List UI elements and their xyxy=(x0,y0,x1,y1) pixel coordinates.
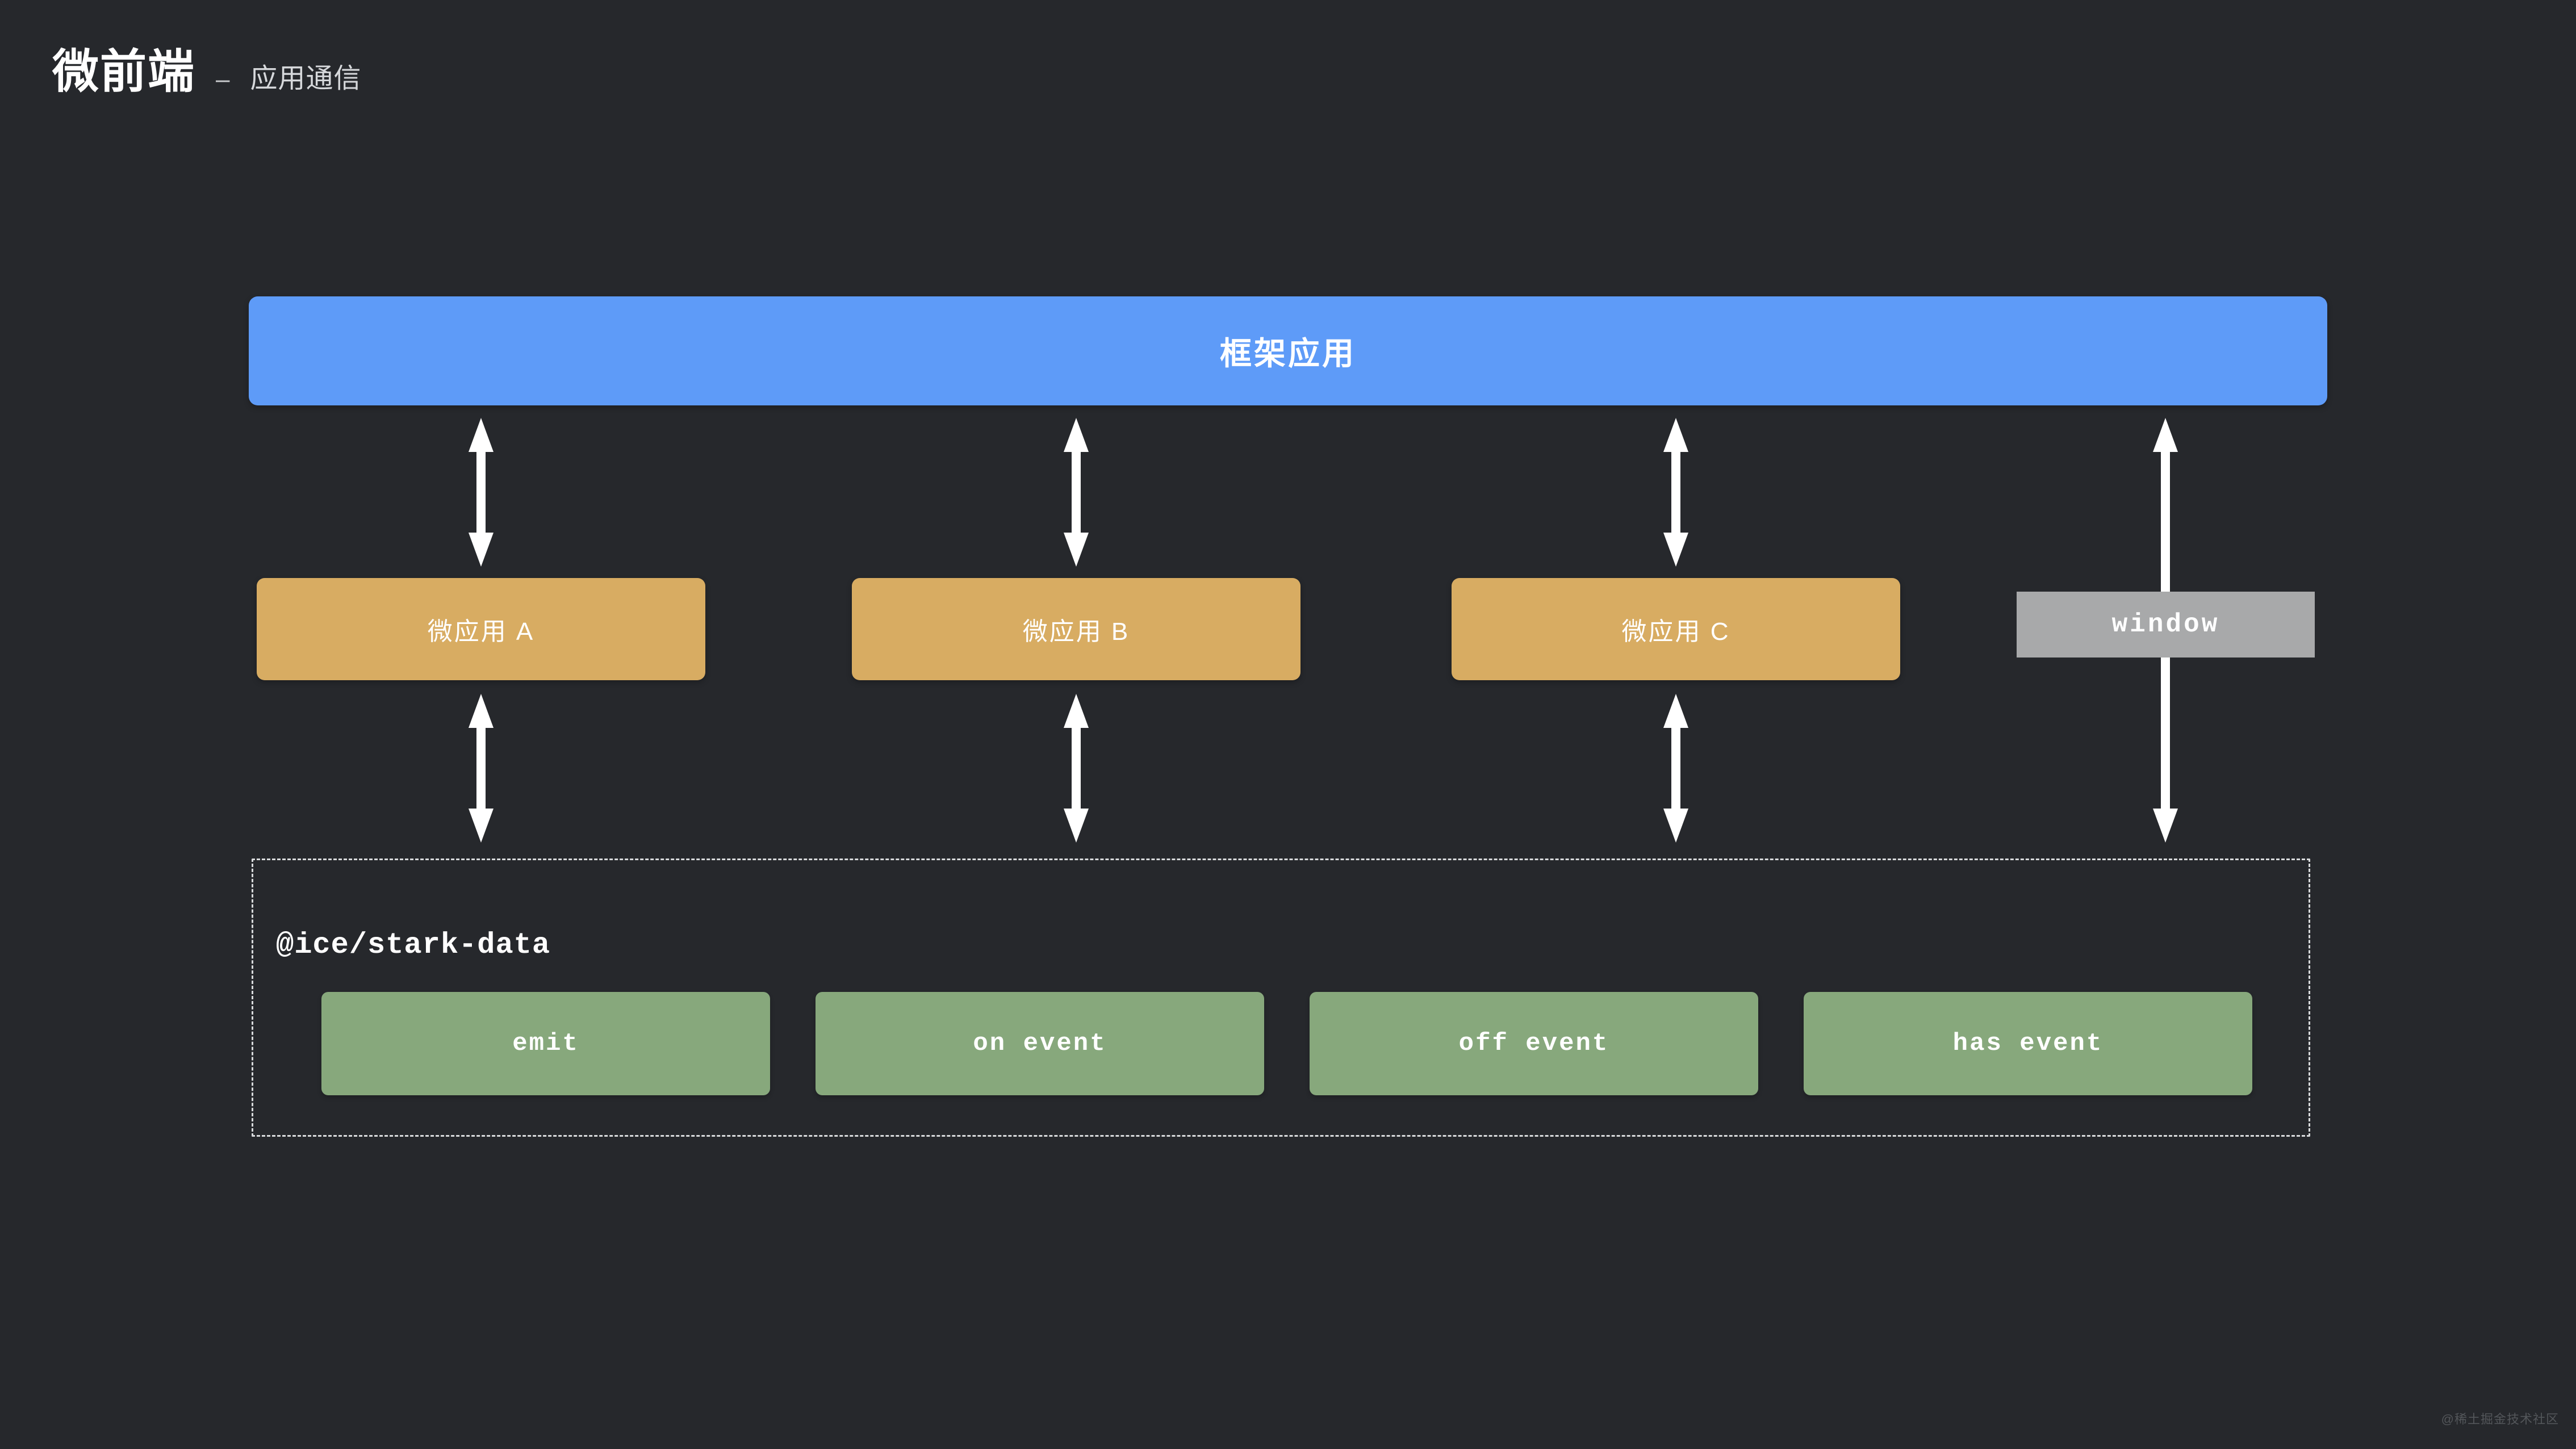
stark-data-title: @ice/stark-data xyxy=(276,928,551,962)
framework-app-label: 框架应用 xyxy=(1220,335,1356,371)
double-arrow-icon-app-c-starkdata xyxy=(1659,694,1693,843)
micro-app-label-a: 微应用 A xyxy=(427,618,535,646)
micro-app-label-b: 微应用 B xyxy=(1022,618,1130,646)
event-api-off-event[interactable]: off event xyxy=(1310,992,1758,1095)
micro-app-label-c: 微应用 C xyxy=(1621,618,1730,646)
double-arrow-icon-app-a-starkdata xyxy=(464,694,498,843)
subtitle-group: – 应用通信 xyxy=(216,65,362,93)
micro-app-box-a: 微应用 A xyxy=(257,578,705,680)
framework-app-box: 框架应用 xyxy=(249,296,2327,405)
double-arrow-icon-framework-app-a xyxy=(464,418,498,567)
double-arrow-icon-framework-app-c xyxy=(1659,418,1693,567)
page-title: 微前端 xyxy=(52,46,196,98)
event-api-emit[interactable]: emit xyxy=(321,992,770,1095)
slide-canvas: 微前端 – 应用通信 框架应用 微应用 A 微应用 B 微应用 C window… xyxy=(0,0,2576,1449)
page-subtitle: 应用通信 xyxy=(250,64,362,94)
slide-header: 微前端 – 应用通信 xyxy=(52,49,362,95)
window-global-box: window xyxy=(2017,592,2315,658)
event-api-label-on-event: on event xyxy=(973,1029,1107,1058)
double-arrow-icon-app-b-starkdata xyxy=(1059,694,1093,843)
stark-data-event-row: emit on event off event has event xyxy=(321,992,2252,1095)
double-arrow-icon-framework-app-b xyxy=(1059,418,1093,567)
event-api-label-off-event: off event xyxy=(1458,1029,1609,1058)
micro-app-box-b: 微应用 B xyxy=(852,578,1300,680)
stark-data-container: @ice/stark-data emit on event off event … xyxy=(252,858,2310,1137)
event-api-on-event[interactable]: on event xyxy=(816,992,1264,1095)
event-api-label-emit: emit xyxy=(512,1029,579,1058)
watermark: @稀土掘金技术社区 xyxy=(2441,1412,2559,1426)
micro-app-box-c: 微应用 C xyxy=(1452,578,1900,680)
event-api-has-event[interactable]: has event xyxy=(1804,992,2252,1095)
event-api-label-has-event: has event xyxy=(1952,1029,2104,1058)
window-global-label: window xyxy=(2111,610,2220,639)
separator-dash: – xyxy=(216,65,230,93)
